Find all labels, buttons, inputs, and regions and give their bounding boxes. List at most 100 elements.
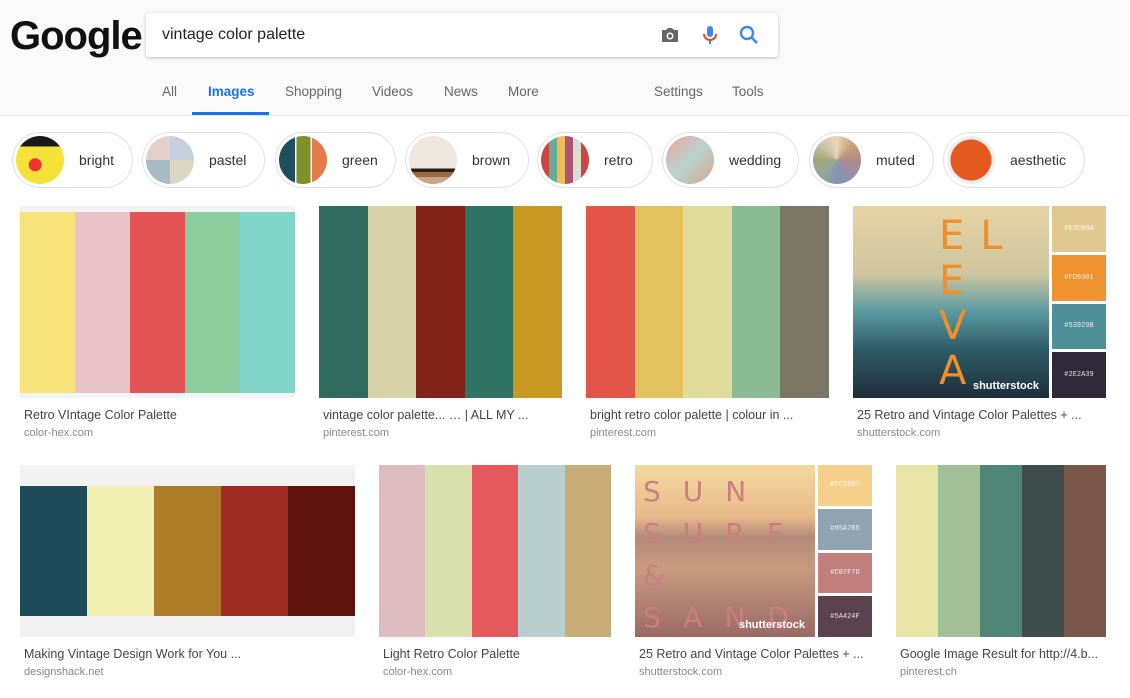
chip-bright[interactable]: bright — [12, 132, 133, 188]
palette-swatch — [896, 465, 938, 637]
result-title[interactable]: vintage color palette... … | ALL MY ... — [323, 408, 528, 422]
result-source[interactable]: shutterstock.com — [857, 427, 940, 439]
google-logo[interactable]: Google — [10, 14, 143, 59]
tab-news[interactable]: News — [444, 84, 478, 99]
result-title[interactable]: 25 Retro and Vintage Color Palettes + ..… — [639, 647, 864, 661]
result-source[interactable]: designshack.net — [24, 666, 104, 678]
color-swatch: #53929B — [1052, 303, 1106, 350]
palette-swatch — [75, 212, 130, 393]
chip-label: retro — [604, 152, 633, 168]
color-swatch: #E3C09A — [1052, 206, 1106, 252]
shutterstock-watermark: shutterstock — [738, 619, 805, 631]
microphone-icon[interactable] — [698, 23, 722, 47]
camera-icon[interactable] — [658, 23, 682, 47]
chip-label: aesthetic — [1010, 152, 1067, 168]
chip-thumbnail — [16, 136, 64, 184]
chip-wedding[interactable]: wedding — [662, 132, 799, 188]
result-source[interactable]: pinterest.com — [323, 427, 389, 439]
result-thumbnail[interactable] — [896, 465, 1106, 637]
chip-green[interactable]: green — [275, 132, 396, 188]
result-title[interactable]: Retro VIntage Color Palette — [24, 408, 177, 422]
color-swatch: #C07F7D — [818, 552, 872, 594]
palette-swatch — [564, 465, 611, 637]
result-thumbnail[interactable] — [319, 206, 562, 398]
chip-thumbnail — [409, 136, 457, 184]
result-thumbnail[interactable]: ELEVATEshutterstock — [853, 206, 1049, 398]
palette-swatch — [154, 486, 221, 616]
color-swatch: #5A424F — [818, 596, 872, 637]
tab-shopping[interactable]: Shopping — [285, 84, 342, 99]
palette-swatch — [20, 486, 87, 616]
palette-swatch — [464, 206, 514, 398]
result-source[interactable]: pinterest.ch — [900, 666, 957, 678]
palette-swatch — [938, 465, 980, 637]
palette-swatch — [780, 206, 829, 398]
color-swatch: #2E2A39 — [1052, 352, 1106, 398]
palette-swatch — [1022, 465, 1064, 637]
chip-label: brown — [472, 152, 511, 168]
chip-label: muted — [876, 152, 915, 168]
search-icon[interactable] — [737, 23, 761, 47]
chip-muted[interactable]: muted — [809, 132, 934, 188]
palette-swatch — [416, 206, 465, 398]
result-source[interactable]: pinterest.com — [590, 427, 656, 439]
color-swatch: #95A7B5 — [818, 508, 872, 550]
chip-label: wedding — [729, 152, 782, 168]
search-box[interactable]: vintage color palette — [146, 13, 778, 57]
palette-swatch — [425, 465, 472, 637]
result-title[interactable]: 25 Retro and Vintage Color Palettes + ..… — [857, 408, 1082, 422]
result-title[interactable]: Google Image Result for http://4.b... — [900, 647, 1098, 661]
chip-thumbnail — [541, 136, 589, 184]
palette-swatch — [240, 212, 295, 393]
palette-swatch — [513, 206, 562, 398]
swatch-column: #FCD997 #95A7B5 #C07F7D #5A424F — [818, 465, 872, 637]
image-overlay-text: ELEVATE — [939, 213, 1019, 399]
chip-aesthetic[interactable]: aesthetic — [943, 132, 1085, 188]
tab-images[interactable]: Images — [208, 84, 255, 99]
result-thumbnail[interactable] — [20, 486, 355, 616]
result-title[interactable]: bright retro color palette | colour in .… — [590, 408, 793, 422]
result-title[interactable]: Making Vintage Design Work for You ... — [24, 647, 241, 661]
active-tab-indicator — [192, 112, 269, 115]
palette-swatch — [683, 206, 732, 398]
chip-retro[interactable]: retro — [537, 132, 653, 188]
palette-swatch — [288, 486, 355, 616]
palette-swatch — [471, 465, 519, 637]
palette-swatch — [367, 206, 417, 398]
result-thumbnail[interactable] — [20, 212, 295, 393]
palette-swatch — [518, 465, 565, 637]
result-source[interactable]: shutterstock.com — [639, 666, 722, 678]
chip-label: green — [342, 152, 378, 168]
chip-thumbnail — [947, 136, 995, 184]
color-swatch: #FCD997 — [818, 465, 872, 506]
tab-videos[interactable]: Videos — [372, 84, 413, 99]
swatch-column: #E3C09A #FD9301 #53929B #2E2A39 — [1052, 206, 1106, 398]
palette-swatch — [980, 465, 1022, 637]
palette-swatch — [586, 206, 635, 398]
result-source[interactable]: color-hex.com — [24, 427, 93, 439]
tab-all[interactable]: All — [162, 84, 177, 99]
palette-swatch — [20, 212, 75, 393]
palette-swatch — [1064, 465, 1106, 637]
palette-swatch — [319, 206, 368, 398]
result-thumbnail[interactable]: SUN SURF & SAND shutterstock — [635, 465, 815, 637]
color-swatch: #FD9301 — [1052, 254, 1106, 301]
chip-brown[interactable]: brown — [405, 132, 529, 188]
result-source[interactable]: color-hex.com — [383, 666, 452, 678]
tab-settings[interactable]: Settings — [654, 84, 703, 99]
shutterstock-watermark: shutterstock — [972, 380, 1039, 392]
tab-tools[interactable]: Tools — [732, 84, 764, 99]
search-input[interactable]: vintage color palette — [162, 26, 305, 44]
result-thumbnail[interactable] — [586, 206, 829, 398]
chip-label: bright — [79, 152, 115, 168]
tab-more[interactable]: More — [508, 84, 539, 99]
chip-pastel[interactable]: pastel — [142, 132, 265, 188]
chip-thumbnail — [666, 136, 714, 184]
chip-label: pastel — [209, 152, 247, 168]
result-title[interactable]: Light Retro Color Palette — [383, 647, 520, 661]
palette-swatch — [185, 212, 240, 393]
result-thumbnail[interactable] — [379, 465, 611, 637]
chip-thumbnail — [279, 136, 327, 184]
palette-swatch — [731, 206, 781, 398]
chip-thumbnail — [146, 136, 194, 184]
